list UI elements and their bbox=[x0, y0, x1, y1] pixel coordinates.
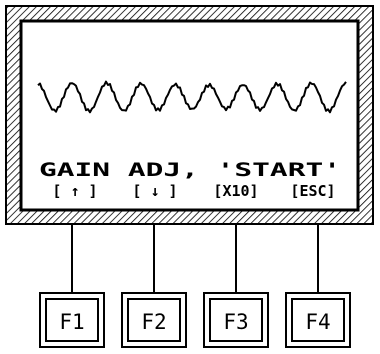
f1-key[interactable]: F1 bbox=[39, 292, 105, 348]
f4-key-label: F4 bbox=[305, 310, 330, 334]
f3-key[interactable]: F3 bbox=[203, 292, 269, 348]
message-line: GAIN ADJ, 'START' bbox=[39, 159, 341, 181]
lcd-keypad-diagram: GAIN ADJ, 'START' [ ↑ ] [ ↓ ] [X10] [ESC… bbox=[5, 5, 374, 348]
softkey-label-down: [ ↓ ] bbox=[132, 182, 177, 200]
lcd-screen: GAIN ADJ, 'START' [ ↑ ] [ ↓ ] [X10] [ESC… bbox=[19, 19, 360, 212]
key-connectors bbox=[71, 224, 319, 293]
f3-key-label: F3 bbox=[223, 310, 248, 334]
f1-key-label: F1 bbox=[59, 310, 84, 334]
softkey-label-esc: [ESC] bbox=[290, 182, 335, 200]
f2-key[interactable]: F2 bbox=[121, 292, 187, 348]
f2-key-label: F2 bbox=[141, 310, 166, 334]
f4-key[interactable]: F4 bbox=[285, 292, 351, 348]
softkey-label-up: [ ↑ ] bbox=[52, 182, 97, 200]
softkey-label-x10: [X10] bbox=[213, 182, 258, 200]
